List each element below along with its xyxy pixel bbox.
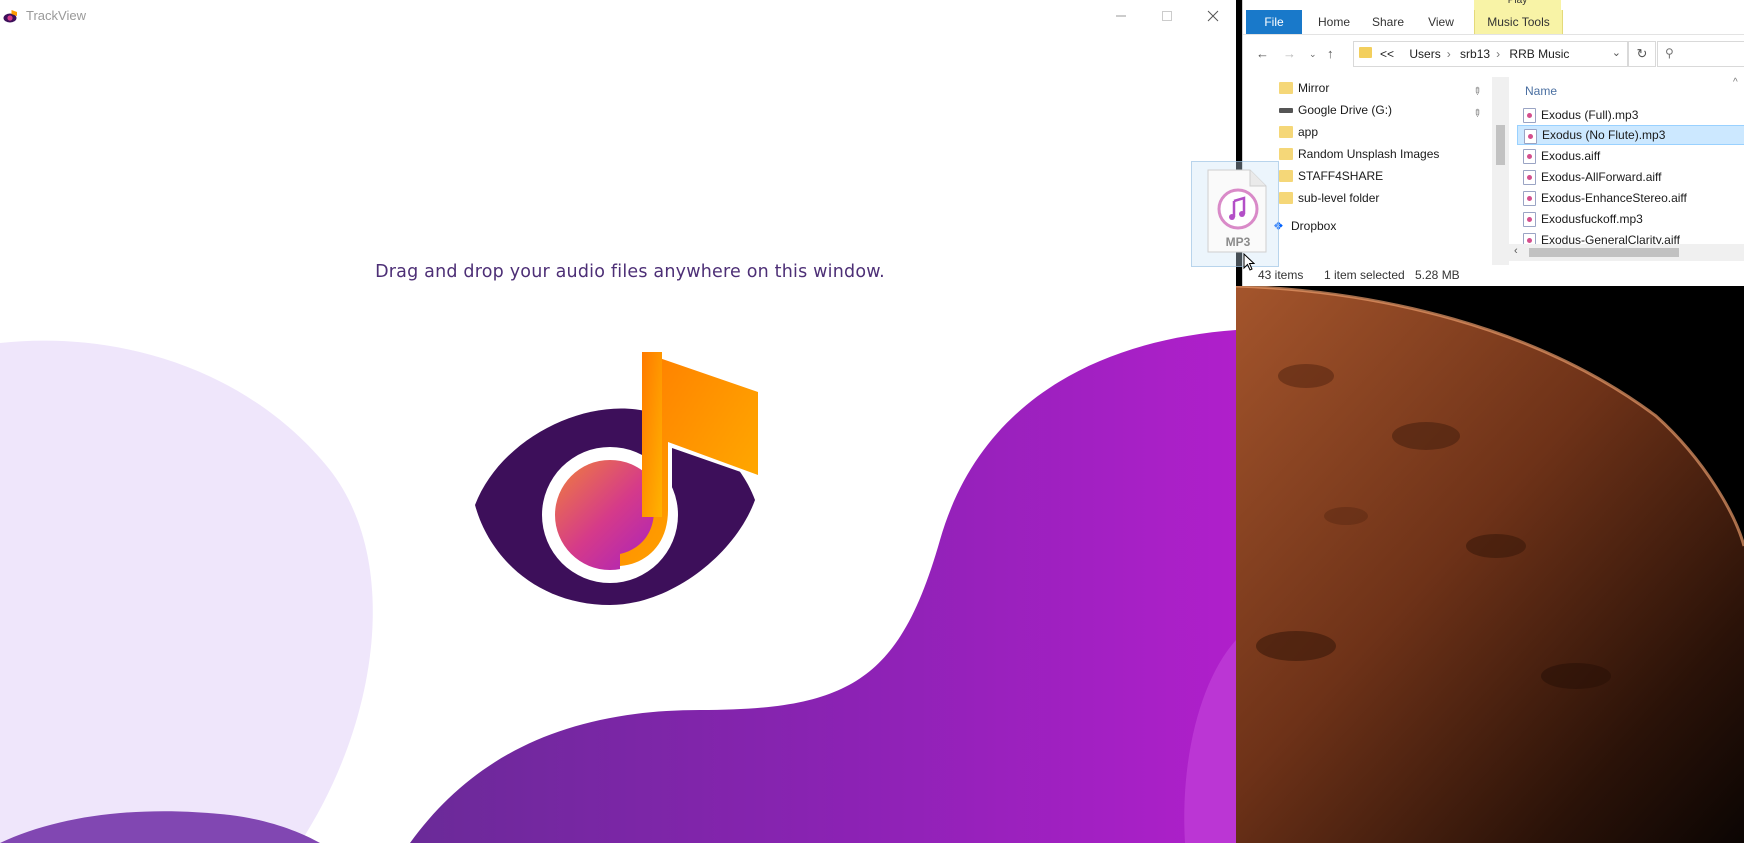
- nav-item-label: Google Drive (G:): [1298, 103, 1393, 117]
- file-row[interactable]: Exodus (Full).mp3: [1517, 105, 1744, 125]
- selection-count: 1 item selected: [1324, 268, 1405, 282]
- item-count: 43 items: [1258, 268, 1304, 282]
- address-bar-row: ← → ⌄ ↑ << Users › srb13 › RRB Music ⌄ ↻ ⚲: [1243, 38, 1744, 70]
- nav-item-label: Dropbox: [1291, 219, 1337, 233]
- file-row[interactable]: Exodus.aiff: [1517, 146, 1744, 166]
- chevron-down-icon[interactable]: ⌄: [1612, 46, 1621, 59]
- close-icon: [1207, 10, 1219, 21]
- chevron-left-icon[interactable]: ‹: [1514, 245, 1518, 257]
- breadcrumb-srb13[interactable]: srb13: [1460, 47, 1490, 61]
- file-name: Exodus-AllForward.aiff: [1541, 170, 1662, 184]
- file-row[interactable]: Exodus-EnhanceStereo.aiff: [1517, 188, 1744, 208]
- trackview-logo: [475, 352, 758, 605]
- trackview-logo-icon: [3, 10, 17, 23]
- nav-item-label: Random Unsplash Images: [1298, 147, 1440, 161]
- drop-zone-prompt: Drag and drop your audio files anywhere …: [375, 262, 885, 282]
- file-name: Exodus (Full).mp3: [1541, 108, 1639, 122]
- file-list-horizontal-scrollbar[interactable]: ‹: [1509, 244, 1744, 261]
- nav-pane-scrollbar[interactable]: [1492, 77, 1509, 265]
- address-bar[interactable]: << Users › srb13 › RRB Music ⌄: [1353, 41, 1628, 67]
- column-header-name[interactable]: Name: [1525, 84, 1557, 98]
- minimize-icon: [1116, 15, 1126, 16]
- mp3-label: MP3: [1225, 235, 1251, 249]
- tab-music-tools[interactable]: Music Tools: [1474, 10, 1563, 34]
- refresh-icon: ↻: [1636, 46, 1648, 61]
- sort-up-icon: ^: [1733, 77, 1738, 88]
- file-name: Exodus.aiff: [1541, 149, 1601, 163]
- nav-item-label: Mirror: [1298, 81, 1330, 95]
- folder-icon: [1359, 47, 1372, 58]
- selection-size: 5.28 MB: [1415, 268, 1460, 282]
- search-input[interactable]: ⚲: [1657, 41, 1744, 67]
- ribbon-tabs: File Home Share View Music Tools: [1243, 10, 1744, 35]
- drive-icon: [1279, 108, 1293, 113]
- refresh-button[interactable]: ↻: [1628, 41, 1656, 67]
- window-title: TrackView: [26, 8, 86, 23]
- breadcrumb-rrb-music[interactable]: RRB Music: [1509, 47, 1569, 61]
- folder-icon: [1279, 126, 1293, 138]
- up-arrow-icon[interactable]: ↑: [1327, 46, 1334, 61]
- file-name: Exodus-EnhanceStereo.aiff: [1541, 191, 1687, 205]
- minimize-button[interactable]: [1098, 0, 1144, 31]
- title-bar[interactable]: TrackView: [0, 0, 1236, 31]
- breadcrumb-overflow[interactable]: <<: [1380, 47, 1394, 61]
- file-explorer-window[interactable]: Play File Home Share View Music Tools ← …: [1242, 0, 1744, 286]
- nav-item-app[interactable]: app: [1243, 121, 1473, 143]
- desktop-wallpaper: [1236, 286, 1744, 843]
- audio-file-icon: [1523, 191, 1536, 206]
- tab-home[interactable]: Home: [1310, 10, 1358, 34]
- nav-item-label: sub-level folder: [1298, 191, 1380, 205]
- breadcrumb-users[interactable]: Users: [1409, 47, 1440, 61]
- maximize-button[interactable]: [1144, 0, 1190, 31]
- folder-icon: [1279, 170, 1293, 182]
- audio-file-icon: [1523, 170, 1536, 185]
- file-list: Name ^ Exodus (Full).mp3 Exodus (No Flut…: [1509, 77, 1744, 252]
- file-row[interactable]: Exodusfuckoff.mp3: [1517, 209, 1744, 229]
- forward-arrow-icon[interactable]: →: [1283, 46, 1296, 61]
- tab-share[interactable]: Share: [1363, 10, 1413, 34]
- close-button[interactable]: [1190, 0, 1236, 31]
- recent-locations-chevron-icon[interactable]: ⌄: [1309, 49, 1317, 60]
- mouse-cursor-icon: [1243, 253, 1255, 271]
- file-row[interactable]: Exodus-AllForward.aiff: [1517, 167, 1744, 187]
- drag-preview: MP3: [1191, 161, 1279, 267]
- scrollbar-thumb[interactable]: [1529, 248, 1679, 257]
- file-name: Exodus (No Flute).mp3: [1542, 128, 1666, 142]
- folder-icon: [1279, 148, 1293, 160]
- trackview-window[interactable]: TrackView Drag and drop your audio files…: [0, 0, 1236, 843]
- search-icon: ⚲: [1665, 46, 1674, 60]
- audio-file-icon: [1524, 129, 1537, 144]
- status-bar: 43 items 1 item selected 5.28 MB: [1243, 265, 1744, 286]
- audio-file-icon: [1523, 108, 1536, 123]
- context-tab-group: Play: [1474, 0, 1561, 10]
- maximize-icon: [1162, 10, 1172, 21]
- tab-file[interactable]: File: [1246, 10, 1302, 34]
- folder-icon: [1279, 192, 1293, 204]
- nav-item-label: app: [1298, 125, 1319, 139]
- back-arrow-icon[interactable]: ←: [1256, 46, 1269, 61]
- audio-file-icon: [1523, 212, 1536, 227]
- file-name: Exodusfuckoff.mp3: [1541, 212, 1643, 226]
- audio-file-icon: [1523, 149, 1536, 164]
- nav-item-google-drive[interactable]: Google Drive (G:) ✎: [1243, 99, 1483, 121]
- breadcrumb: << Users › srb13 › RRB Music: [1380, 47, 1570, 61]
- tab-view[interactable]: View: [1419, 10, 1463, 34]
- nav-item-mirror[interactable]: Mirror ✎: [1243, 77, 1483, 99]
- nav-item-label: STAFF4SHARE: [1298, 169, 1384, 183]
- folder-icon: [1279, 82, 1293, 94]
- file-row-selected[interactable]: Exodus (No Flute).mp3: [1517, 125, 1744, 145]
- scrollbar-thumb[interactable]: [1496, 125, 1505, 165]
